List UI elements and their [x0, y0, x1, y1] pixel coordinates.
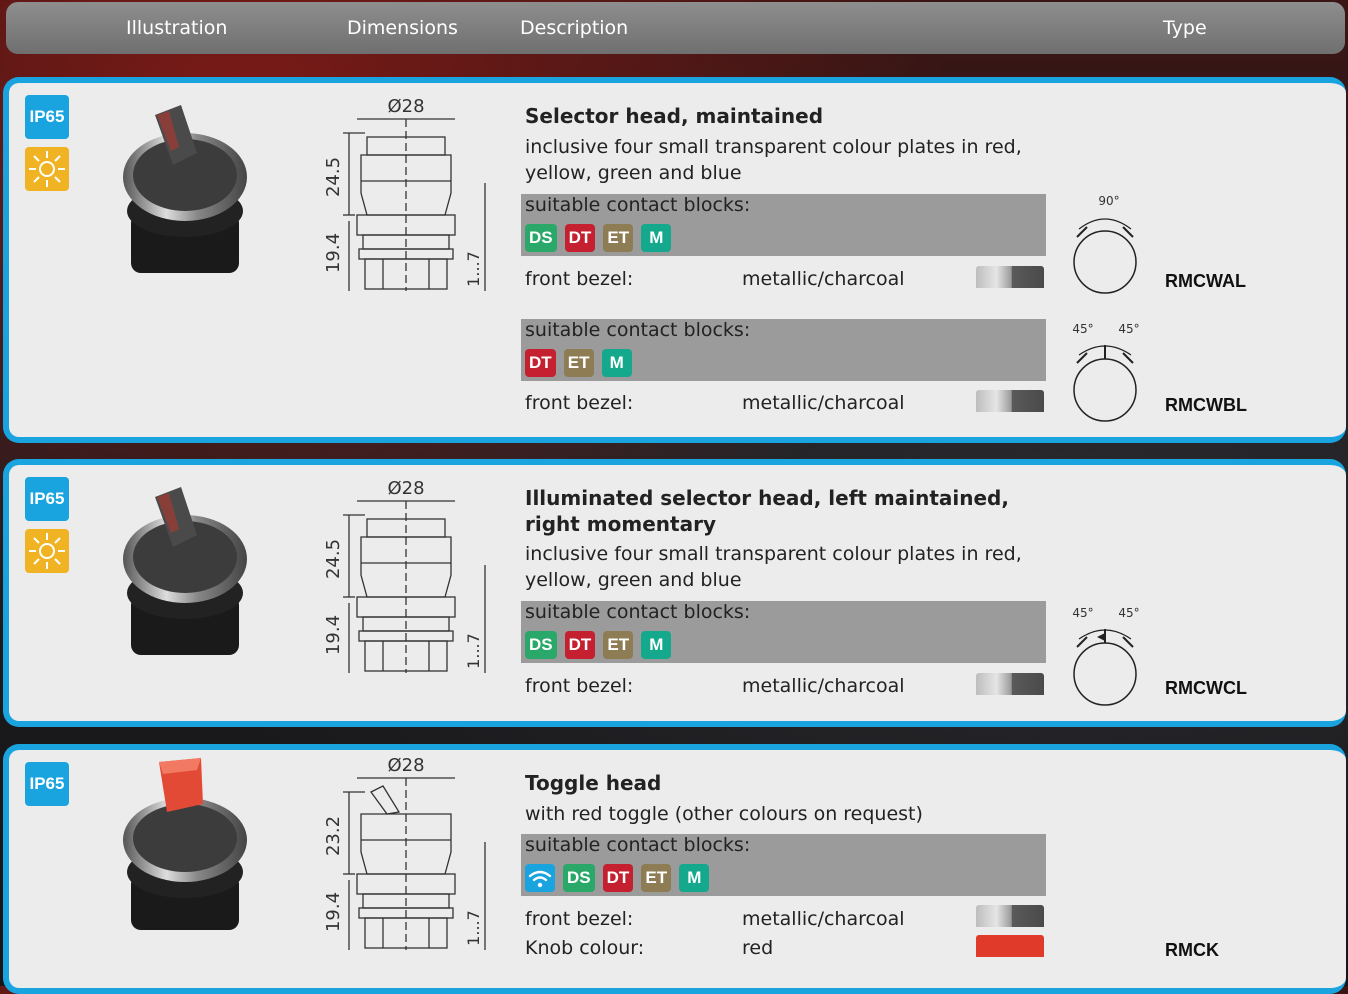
dimension-range: 1...7 — [464, 251, 483, 287]
contact-blocks-panel: suitable contact blocks: DS DT ET M — [521, 601, 1046, 663]
angle-45-right-label: 45° — [1118, 322, 1139, 336]
angle-45-left-label: 45° — [1072, 606, 1093, 620]
chip-dt: DT — [525, 349, 556, 377]
switch-angle-90-diagram: 90° — [1073, 194, 1137, 294]
illumination-sun-icon — [25, 147, 69, 191]
dimension-height-bottom: 19.4 — [323, 233, 344, 273]
angle-45-right-label: 45° — [1118, 606, 1139, 620]
dimension-drawing: Ø28 24.5 19.4 1...7 — [323, 96, 486, 291]
type-code: RMCK — [1165, 940, 1219, 960]
product-card-selector-maintained: IP65 Ø28 24.5 19.4 1...7 Selector head, … — [3, 77, 1346, 443]
chip-ds: DS — [525, 631, 557, 659]
dimension-height-top: 24.5 — [323, 539, 344, 579]
toggle-head-photo — [123, 758, 247, 930]
knob-colour-label: Knob colour: — [525, 937, 645, 959]
front-bezel-value: metallic/charcoal — [742, 392, 905, 414]
front-bezel-label: front bezel: — [525, 392, 634, 414]
dimension-drawing: Ø28 24.5 19.4 1...7 — [323, 478, 486, 673]
dimension-drawing: Ø28 23.2 19.4 1...7 — [323, 755, 486, 950]
product-title: Selector head, maintained — [525, 104, 824, 128]
product-title: Toggle head — [525, 771, 662, 795]
contact-blocks-label: suitable contact blocks: — [525, 601, 751, 623]
knob-colour-swatch — [976, 935, 1044, 957]
contact-blocks-label: suitable contact blocks: — [525, 319, 751, 341]
chip-et: ET — [563, 349, 594, 377]
switch-angle-45-diagram: 45° 45° — [1072, 322, 1140, 422]
type-code: RMCWAL — [1165, 271, 1246, 291]
dimension-height-bottom: 19.4 — [323, 615, 344, 655]
front-bezel-label: front bezel: — [525, 675, 634, 697]
dimension-diameter: Ø28 — [387, 755, 424, 776]
contact-blocks-panel: suitable contact blocks: DS DT ET M — [521, 194, 1046, 256]
product-description: inclusive four small transparent colour … — [525, 136, 1022, 184]
angle-45-left-label: 45° — [1072, 322, 1093, 336]
header-illustration: Illustration — [126, 17, 228, 39]
knob-colour-value: red — [742, 937, 774, 959]
header-type: Type — [1163, 17, 1207, 39]
product-description: with red toggle (other colours on reques… — [525, 803, 923, 825]
chip-dt: DT — [602, 864, 634, 892]
header-dimensions: Dimensions — [347, 17, 458, 39]
illumination-sun-icon — [25, 529, 69, 573]
chip-dt: DT — [564, 224, 596, 252]
dimension-range: 1...7 — [464, 633, 483, 669]
chip-et: ET — [603, 224, 634, 252]
dimension-diameter: Ø28 — [387, 96, 424, 117]
ip65-badge: IP65 — [25, 95, 69, 139]
front-bezel-value: metallic/charcoal — [742, 268, 905, 290]
type-code: RMCWCL — [1165, 678, 1247, 698]
contact-blocks-panel: suitable contact blocks: DT ET M — [521, 319, 1046, 381]
front-bezel-value: metallic/charcoal — [742, 675, 905, 697]
product-title-line1: Illuminated selector head, left maintain… — [525, 486, 1009, 510]
chip-ds: DS — [525, 224, 557, 252]
chip-et: ET — [641, 864, 672, 892]
wireless-icon — [525, 864, 555, 892]
dimension-height-top: 23.2 — [323, 816, 344, 856]
dimension-diameter: Ø28 — [387, 478, 424, 499]
bezel-swatch — [976, 266, 1044, 288]
selector-head-photo — [123, 105, 247, 273]
dimension-range: 1...7 — [464, 910, 483, 946]
product-title-line2: right momentary — [525, 512, 716, 536]
product-card-toggle-head: IP65 Ø28 23.2 19.4 1...7 Toggle head wit… — [3, 744, 1346, 994]
chip-m: M — [641, 224, 672, 252]
header-description: Description — [520, 17, 629, 39]
dimension-height-bottom: 19.4 — [323, 892, 344, 932]
ip65-badge: IP65 — [25, 477, 69, 521]
chip-dt: DT — [564, 631, 596, 659]
chip-et: ET — [603, 631, 634, 659]
product-card-illuminated-selector: IP65 Ø28 24.5 19.4 1...7 Illuminated sel… — [3, 459, 1346, 727]
switch-angle-45-momentary-diagram: 45° 45° — [1072, 606, 1140, 706]
contact-blocks-label: suitable contact blocks: — [525, 194, 751, 216]
front-bezel-value: metallic/charcoal — [742, 908, 905, 930]
chip-m: M — [679, 864, 710, 892]
bezel-swatch — [976, 673, 1044, 695]
chip-m: M — [601, 349, 632, 377]
angle-90-label: 90° — [1098, 194, 1119, 208]
chip-ds: DS — [563, 864, 595, 892]
illuminated-selector-head-photo — [123, 487, 247, 655]
table-header: Illustration Dimensions Description Type — [6, 2, 1345, 54]
ip65-badge: IP65 — [25, 762, 69, 806]
bezel-swatch — [976, 905, 1044, 927]
front-bezel-label: front bezel: — [525, 908, 634, 930]
type-code: RMCWBL — [1165, 395, 1247, 415]
dimension-height-top: 24.5 — [323, 157, 344, 197]
contact-blocks-panel: suitable contact blocks: DS DT ET M — [521, 834, 1046, 896]
product-description: inclusive four small transparent colour … — [525, 543, 1022, 591]
bezel-swatch — [976, 390, 1044, 412]
contact-blocks-label: suitable contact blocks: — [525, 834, 751, 856]
chip-m: M — [641, 631, 672, 659]
front-bezel-label: front bezel: — [525, 268, 634, 290]
